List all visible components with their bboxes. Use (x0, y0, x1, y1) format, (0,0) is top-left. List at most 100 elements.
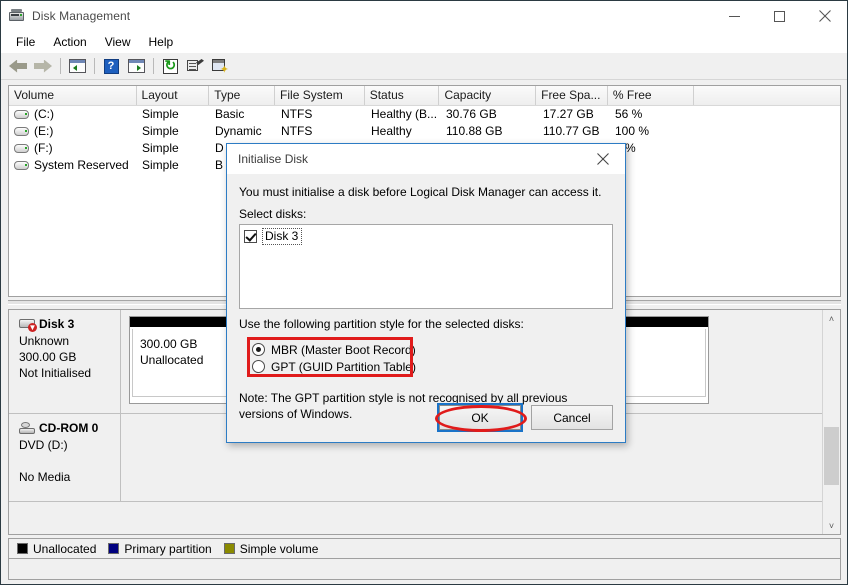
toolbar-separator (153, 58, 154, 74)
volume-icon (14, 127, 29, 136)
menu-bar: File Action View Help (1, 31, 847, 53)
radio-mbr[interactable]: MBR (Master Boot Record) (239, 341, 613, 358)
cdrom-icon (19, 422, 36, 434)
window-controls (712, 1, 847, 31)
cell-volume: System Reserved (34, 158, 129, 172)
disk-info-cdrom0: CD-ROM 0 DVD (D:) No Media (9, 414, 121, 501)
toolbar-separator (94, 58, 95, 74)
dialog-body: You must initialise a disk before Logica… (227, 174, 625, 442)
legend-swatch-primary-partition (108, 543, 120, 554)
title-bar: Disk Management (1, 1, 847, 31)
radio-gpt-indicator[interactable] (252, 360, 265, 373)
dialog-title-bar: Initialise Disk (227, 144, 625, 174)
cell-volume: (E:) (34, 124, 54, 138)
radio-gpt[interactable]: GPT (GUID Partition Table) (239, 358, 613, 375)
rescan-disks-icon[interactable]: ✦ (208, 55, 232, 77)
cell-percent-free: 56 % (615, 107, 643, 121)
ok-button[interactable]: OK (435, 403, 527, 432)
maximize-button[interactable] (757, 1, 802, 31)
window-title: Disk Management (32, 9, 131, 23)
disk-line-blank (19, 453, 114, 469)
cell-type: Basic (215, 107, 245, 121)
disk-panel-scrollbar[interactable]: ˄ ˅ (822, 310, 840, 534)
refresh-icon[interactable] (158, 55, 182, 77)
table-row[interactable]: (C:) Simple Basic NTFS Healthy (B... 30.… (9, 106, 840, 123)
disk-line-media: DVD (D:) (19, 438, 68, 452)
properties-icon[interactable] (183, 55, 207, 77)
cell-volume: (F:) (34, 141, 53, 155)
legend-label-simple-volume: Simple volume (239, 541, 319, 556)
show-hide-action-pane-icon[interactable] (124, 55, 148, 77)
scrollbar-track[interactable] (823, 327, 840, 517)
cell-capacity: 30.76 GB (446, 107, 497, 121)
cell-free-space: 110.77 GB (543, 124, 600, 138)
cell-volume: (C:) (34, 107, 54, 121)
disk-row-empty (9, 502, 822, 534)
legend-label-unallocated: Unallocated (33, 541, 97, 556)
cell-layout: Simple (142, 107, 179, 121)
column-header-type[interactable]: Type (209, 86, 276, 105)
disk-management-icon (9, 8, 25, 24)
menu-view[interactable]: View (96, 32, 140, 52)
disk-list-box[interactable]: Disk 3 (239, 224, 613, 309)
status-bar (8, 558, 841, 580)
help-icon[interactable]: ? (99, 55, 123, 77)
radio-mbr-label: MBR (Master Boot Record) (271, 342, 416, 357)
disk-info-disk3: ▼ Disk 3 Unknown 300.00 GB Not Initialis… (9, 310, 121, 413)
disk-list-item[interactable]: Disk 3 (244, 228, 609, 245)
select-disks-label: Select disks: (239, 207, 307, 221)
disk-line-nomedia: No Media (19, 470, 71, 484)
cell-capacity: 110.88 GB (446, 124, 503, 138)
menu-help[interactable]: Help (140, 32, 183, 52)
table-row[interactable]: (E:) Simple Dynamic NTFS Healthy 110.88 … (9, 123, 840, 140)
cell-status: Healthy (B... (371, 107, 438, 121)
forward-icon[interactable] (31, 55, 55, 77)
disk-line-init: Not Initialised (19, 366, 92, 380)
close-button[interactable] (802, 1, 847, 31)
column-header-volume[interactable]: Volume (9, 86, 137, 105)
cell-percent-free: 100 % (615, 124, 650, 138)
volume-list-header: Volume Layout Type File System Status Ca… (9, 86, 840, 106)
partition-style-group: MBR (Master Boot Record) GPT (GUID Parti… (239, 337, 613, 378)
back-icon[interactable] (6, 55, 30, 77)
ok-button-label: OK (471, 410, 489, 425)
column-header-blank[interactable] (693, 86, 840, 105)
legend-label-primary-partition: Primary partition (124, 541, 212, 556)
dialog-close-button[interactable] (581, 144, 625, 173)
legend: Unallocated Primary partition Simple vol… (8, 538, 841, 558)
column-header-status[interactable]: Status (364, 86, 440, 105)
scroll-up-arrow-icon[interactable]: ˄ (823, 310, 840, 327)
menu-file[interactable]: File (7, 32, 44, 52)
dialog-button-row: OK Cancel (435, 403, 613, 432)
scrollbar-thumb[interactable] (824, 427, 839, 485)
volume-icon (14, 110, 29, 119)
column-header-layout[interactable]: Layout (136, 86, 210, 105)
cell-file-system: NTFS (281, 107, 313, 121)
column-header-percent-free[interactable]: % Free (607, 86, 694, 105)
volume-icon (14, 161, 29, 170)
cell-status: Healthy (371, 124, 412, 138)
volume-icon (14, 144, 29, 153)
toolbar-separator (60, 58, 61, 74)
radio-gpt-label: GPT (GUID Partition Table) (271, 359, 416, 374)
column-header-file-system[interactable]: File System (275, 86, 365, 105)
column-header-capacity[interactable]: Capacity (439, 86, 537, 105)
menu-action[interactable]: Action (44, 32, 95, 52)
legend-swatch-simple-volume (223, 543, 235, 554)
show-hide-console-tree-icon[interactable] (65, 55, 89, 77)
column-header-free-space[interactable]: Free Spa... (536, 86, 608, 105)
initialise-disk-dialog: Initialise Disk You must initialise a di… (226, 143, 626, 443)
disk-checkbox[interactable] (244, 230, 257, 243)
disk-line-size: 300.00 GB (19, 350, 77, 364)
radio-mbr-indicator[interactable] (252, 343, 265, 356)
minimize-button[interactable] (712, 1, 757, 31)
partition-style-label: Use the following partition style for th… (239, 317, 524, 331)
toolbar: ? ✦ (1, 53, 847, 80)
disk-name: Disk 3 (39, 317, 75, 331)
cell-layout: Simple (142, 141, 179, 155)
cancel-button[interactable]: Cancel (531, 405, 613, 430)
disk-line-status: Unknown (19, 334, 70, 348)
scroll-down-arrow-icon[interactable]: ˅ (823, 517, 840, 534)
legend-item-simple-volume: Simple volume (223, 541, 319, 556)
legend-item-primary-partition: Primary partition (108, 541, 212, 556)
